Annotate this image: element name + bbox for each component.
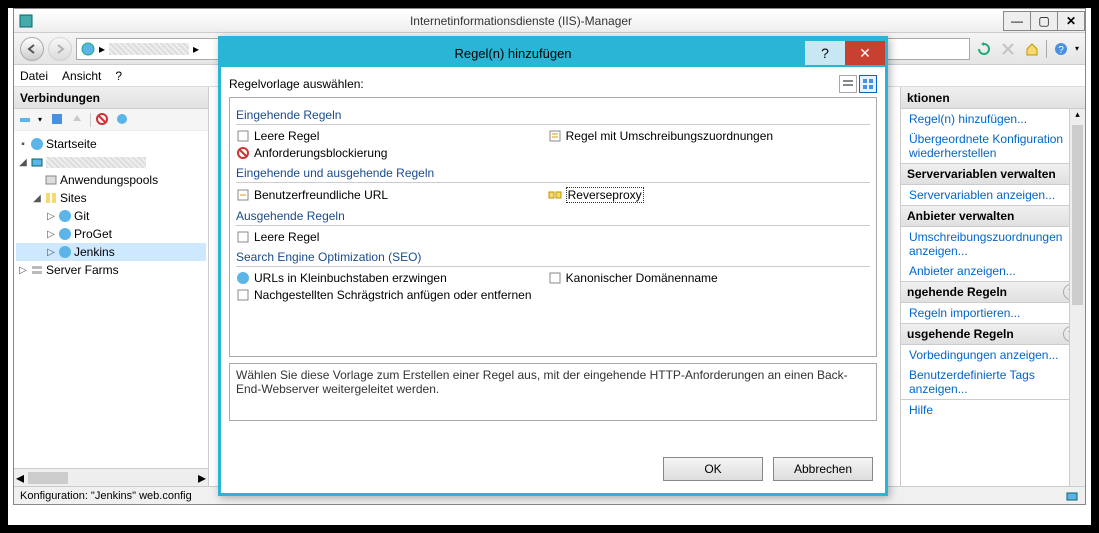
save-icon[interactable]: [50, 112, 66, 128]
action-import-rules[interactable]: Regeln importieren...: [901, 303, 1085, 323]
section-inbound: Eingehende Regeln: [236, 106, 870, 125]
menu-file[interactable]: Datei: [20, 69, 48, 83]
minimize-button[interactable]: —: [1003, 11, 1031, 31]
action-providers-show[interactable]: Anbieter anzeigen...: [901, 261, 1085, 281]
choose-template-label: Regelvorlage auswählen:: [229, 77, 364, 91]
action-head-providers: Anbieter verwalten: [901, 205, 1085, 227]
connections-toolbar: ▾: [14, 109, 208, 131]
template-reverse-proxy[interactable]: Reverseproxy: [548, 187, 840, 203]
action-head-outbound: usgehende Regeln⌃: [901, 323, 1085, 345]
svg-text:?: ?: [1058, 45, 1064, 56]
template-lowercase[interactable]: URLs in Kleinbuchstaben erzwingen: [236, 271, 528, 285]
refresh-icon[interactable]: [974, 39, 994, 59]
action-rewrite-maps[interactable]: Umschreibungszuordnungen anzeigen...: [901, 227, 1085, 261]
action-restore-parent[interactable]: Übergeordnete Konfiguration wiederherste…: [901, 129, 1085, 163]
stop-node-icon[interactable]: [95, 112, 111, 128]
action-help[interactable]: Hilfe: [901, 400, 1085, 420]
cancel-button[interactable]: Abbrechen: [773, 457, 873, 481]
actions-header: ktionen: [901, 87, 1085, 109]
tree-site-proget[interactable]: ▷ProGet: [16, 225, 206, 243]
template-rewrite-map[interactable]: Regel mit Umschreibungszuordnungen: [548, 129, 840, 143]
action-add-rules[interactable]: Regel(n) hinzufügen...: [901, 109, 1085, 129]
maximize-button[interactable]: ▢: [1030, 11, 1058, 31]
tree-server[interactable]: ◢: [16, 153, 206, 171]
breadcrumb-sep: ▸: [193, 42, 199, 56]
tree-serverfarms[interactable]: ▷Server Farms: [16, 261, 206, 279]
status-icon: [1065, 489, 1079, 503]
tree-sites[interactable]: ◢Sites: [16, 189, 206, 207]
template-blank-outbound[interactable]: Leere Regel: [236, 230, 528, 244]
tree-apppools[interactable]: Anwendungspools: [16, 171, 206, 189]
main-title: Internetinformationsdienste (IIS)-Manage…: [38, 14, 1004, 28]
dialog-close-button[interactable]: ✕: [845, 41, 885, 65]
template-list[interactable]: Eingehende Regeln Leere Regel Regel mit …: [229, 97, 877, 357]
refresh-node-icon[interactable]: [115, 112, 131, 128]
back-button[interactable]: [20, 37, 44, 61]
connect-icon[interactable]: [18, 112, 34, 128]
status-text: Konfiguration: "Jenkins" web.config: [20, 490, 192, 502]
globe-icon: [81, 42, 95, 56]
section-outbound: Ausgehende Regeln: [236, 207, 870, 226]
close-button[interactable]: ✕: [1057, 11, 1085, 31]
add-rules-dialog: Regel(n) hinzufügen ? ✕ Regelvorlage aus…: [218, 36, 888, 496]
stop-icon[interactable]: [998, 39, 1018, 59]
actions-panel: ktionen Regel(n) hinzufügen... Übergeord…: [900, 87, 1085, 486]
view-details-icon[interactable]: [839, 75, 857, 93]
action-head-servervars: Servervariablen verwalten: [901, 163, 1085, 185]
template-canonical[interactable]: Kanonischer Domänenname: [548, 271, 840, 285]
dialog-title: Regel(n) hinzufügen: [221, 46, 805, 61]
menu-help[interactable]: ?: [115, 69, 122, 83]
tree-site-git[interactable]: ▷Git: [16, 207, 206, 225]
tree-site-jenkins[interactable]: ▷Jenkins: [16, 243, 206, 261]
forward-button[interactable]: [48, 37, 72, 61]
template-friendly-url[interactable]: Benutzerfreundliche URL: [236, 187, 528, 203]
action-head-inbound: ngehende Regeln⌃: [901, 281, 1085, 303]
action-custom-tags[interactable]: Benutzerdefinierte Tags anzeigen...: [901, 365, 1085, 399]
connections-header: Verbindungen: [14, 87, 208, 109]
section-seo: Search Engine Optimization (SEO): [236, 248, 870, 267]
dialog-titlebar: Regel(n) hinzufügen ? ✕: [221, 39, 885, 67]
breadcrumb-blur: [109, 43, 189, 55]
iis-app-icon: [18, 13, 34, 29]
dialog-help-button[interactable]: ?: [805, 41, 845, 65]
template-description: Wählen Sie diese Vorlage zum Erstellen e…: [229, 363, 877, 421]
action-show-servervars[interactable]: Servervariablen anzeigen...: [901, 185, 1085, 205]
view-icons-icon[interactable]: [859, 75, 877, 93]
ok-button[interactable]: OK: [663, 457, 763, 481]
template-blank-inbound[interactable]: Leere Regel: [236, 129, 528, 143]
tree-start[interactable]: ▪Startseite: [16, 135, 206, 153]
template-request-blocking[interactable]: Anforderungsblockierung: [236, 146, 528, 160]
connections-panel: Verbindungen ▾ ▪Startseite ◢ Anwendungsp…: [14, 87, 209, 486]
up-icon[interactable]: [70, 112, 86, 128]
help-dropdown-icon[interactable]: ?: [1051, 39, 1071, 59]
breadcrumb-sep: ▸: [99, 42, 105, 56]
menu-view[interactable]: Ansicht: [62, 69, 101, 83]
action-preconds[interactable]: Vorbedingungen anzeigen...: [901, 345, 1085, 365]
connection-tree[interactable]: ▪Startseite ◢ Anwendungspools ◢Sites ▷Gi…: [14, 131, 208, 468]
section-inout: Eingehende und ausgehende Regeln: [236, 164, 870, 183]
home-icon[interactable]: [1022, 39, 1042, 59]
template-trailing-slash[interactable]: Nachgestellten Schrägstrich anfügen oder…: [236, 288, 845, 302]
actions-scrollbar[interactable]: ▴: [1069, 109, 1085, 486]
main-titlebar: Internetinformationsdienste (IIS)-Manage…: [14, 9, 1085, 33]
tree-scrollbar[interactable]: ◂ ▸: [14, 468, 208, 486]
